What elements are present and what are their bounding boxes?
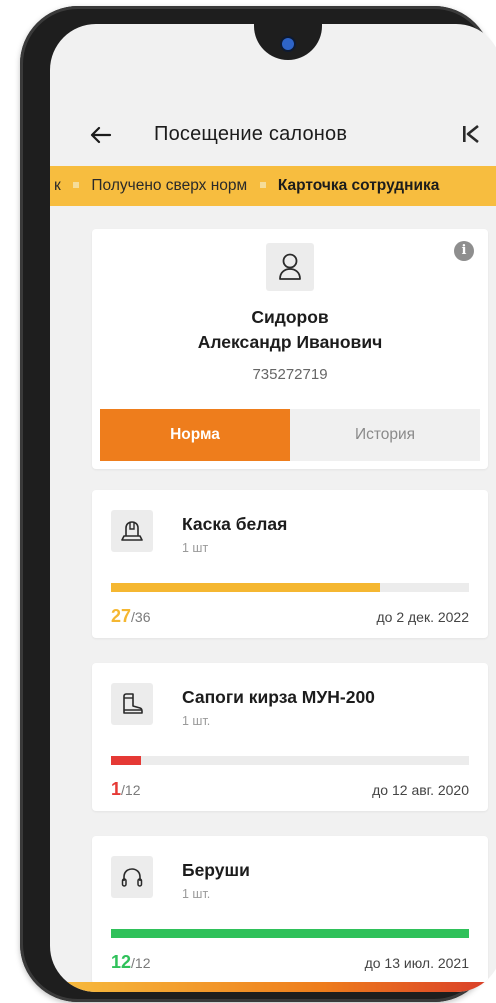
item-count-value: 12 xyxy=(111,952,132,972)
employee-first-middle-name: Александр Иванович xyxy=(197,332,383,352)
item-due-date: до 13 июл. 2021 xyxy=(364,955,469,971)
avatar xyxy=(266,243,314,291)
boot-icon xyxy=(123,693,143,714)
norm-item-card[interactable]: Сапоги кирза МУН-200 1 шт. 1/12 до 12 ав… xyxy=(92,663,488,811)
breadcrumb-item[interactable]: к xyxy=(54,177,61,194)
employee-id: 735272719 xyxy=(252,366,328,383)
app-bar: Посещение салонов xyxy=(50,106,496,164)
employee-last-name: Сидоров xyxy=(251,307,329,327)
phone-frame: Посещение салонов к Получено сверх норм … xyxy=(20,6,496,1002)
item-icon-box xyxy=(111,683,153,725)
progress-fill xyxy=(111,583,380,592)
back-arrow-icon[interactable] xyxy=(86,120,116,150)
progress-track xyxy=(111,929,469,938)
item-quantity: 1 шт. xyxy=(182,714,211,728)
page-title: Посещение салонов xyxy=(154,123,348,145)
breadcrumb-separator xyxy=(259,181,266,188)
progress-fill xyxy=(111,756,141,765)
item-name: Каска белая xyxy=(182,514,288,534)
helmet-icon xyxy=(121,521,143,541)
item-count-total: /12 xyxy=(121,782,141,798)
user-icon xyxy=(279,253,301,280)
progress-fill xyxy=(111,929,469,938)
norm-item-card[interactable]: Каска белая 1 шт 27/36 до 2 дек. 2022 xyxy=(92,490,488,638)
info-icon[interactable]: i xyxy=(454,241,474,261)
camera-icon xyxy=(282,38,294,50)
breadcrumb: к Получено сверх норм Карточка сотрудник… xyxy=(50,166,496,206)
norm-item-card[interactable]: Беруши 1 шт. 12/12 до 13 июл. 2021 xyxy=(92,836,488,984)
item-icon-box xyxy=(111,510,153,552)
skip-to-start-icon[interactable] xyxy=(460,123,482,145)
item-count-value: 27 xyxy=(111,606,132,626)
breadcrumb-item[interactable]: Получено сверх норм xyxy=(91,177,247,194)
item-name: Сапоги кирза МУН-200 xyxy=(182,687,375,707)
breadcrumb-current: Карточка сотрудника xyxy=(277,177,440,194)
progress-track xyxy=(111,756,469,765)
phone-screen: Посещение салонов к Получено сверх норм … xyxy=(50,24,496,992)
camera-notch xyxy=(254,24,322,60)
progress-track xyxy=(111,583,469,592)
item-due-date: до 12 авг. 2020 xyxy=(372,782,469,798)
item-quantity: 1 шт xyxy=(182,541,209,555)
item-count-value: 1 xyxy=(111,779,122,799)
item-count: 27/36 xyxy=(111,606,151,627)
item-count: 1/12 xyxy=(111,779,140,800)
item-icon-box xyxy=(111,856,153,898)
item-count-total: /12 xyxy=(131,955,151,971)
item-quantity: 1 шт. xyxy=(182,887,211,901)
item-name: Беруши xyxy=(182,860,250,880)
profile-tabs: Норма История xyxy=(100,409,480,461)
item-due-date: до 2 дек. 2022 xyxy=(376,609,469,625)
earmuffs-icon xyxy=(121,868,143,887)
item-count: 12/12 xyxy=(111,952,151,973)
item-count-total: /36 xyxy=(131,609,151,625)
tab-norm[interactable]: Норма xyxy=(100,409,290,461)
tab-history[interactable]: История xyxy=(290,409,480,461)
breadcrumb-separator xyxy=(73,181,80,188)
employee-profile-card: i Сидоров Александр Иванович 735272719 Н… xyxy=(92,229,488,469)
next-card-edge xyxy=(50,982,496,992)
